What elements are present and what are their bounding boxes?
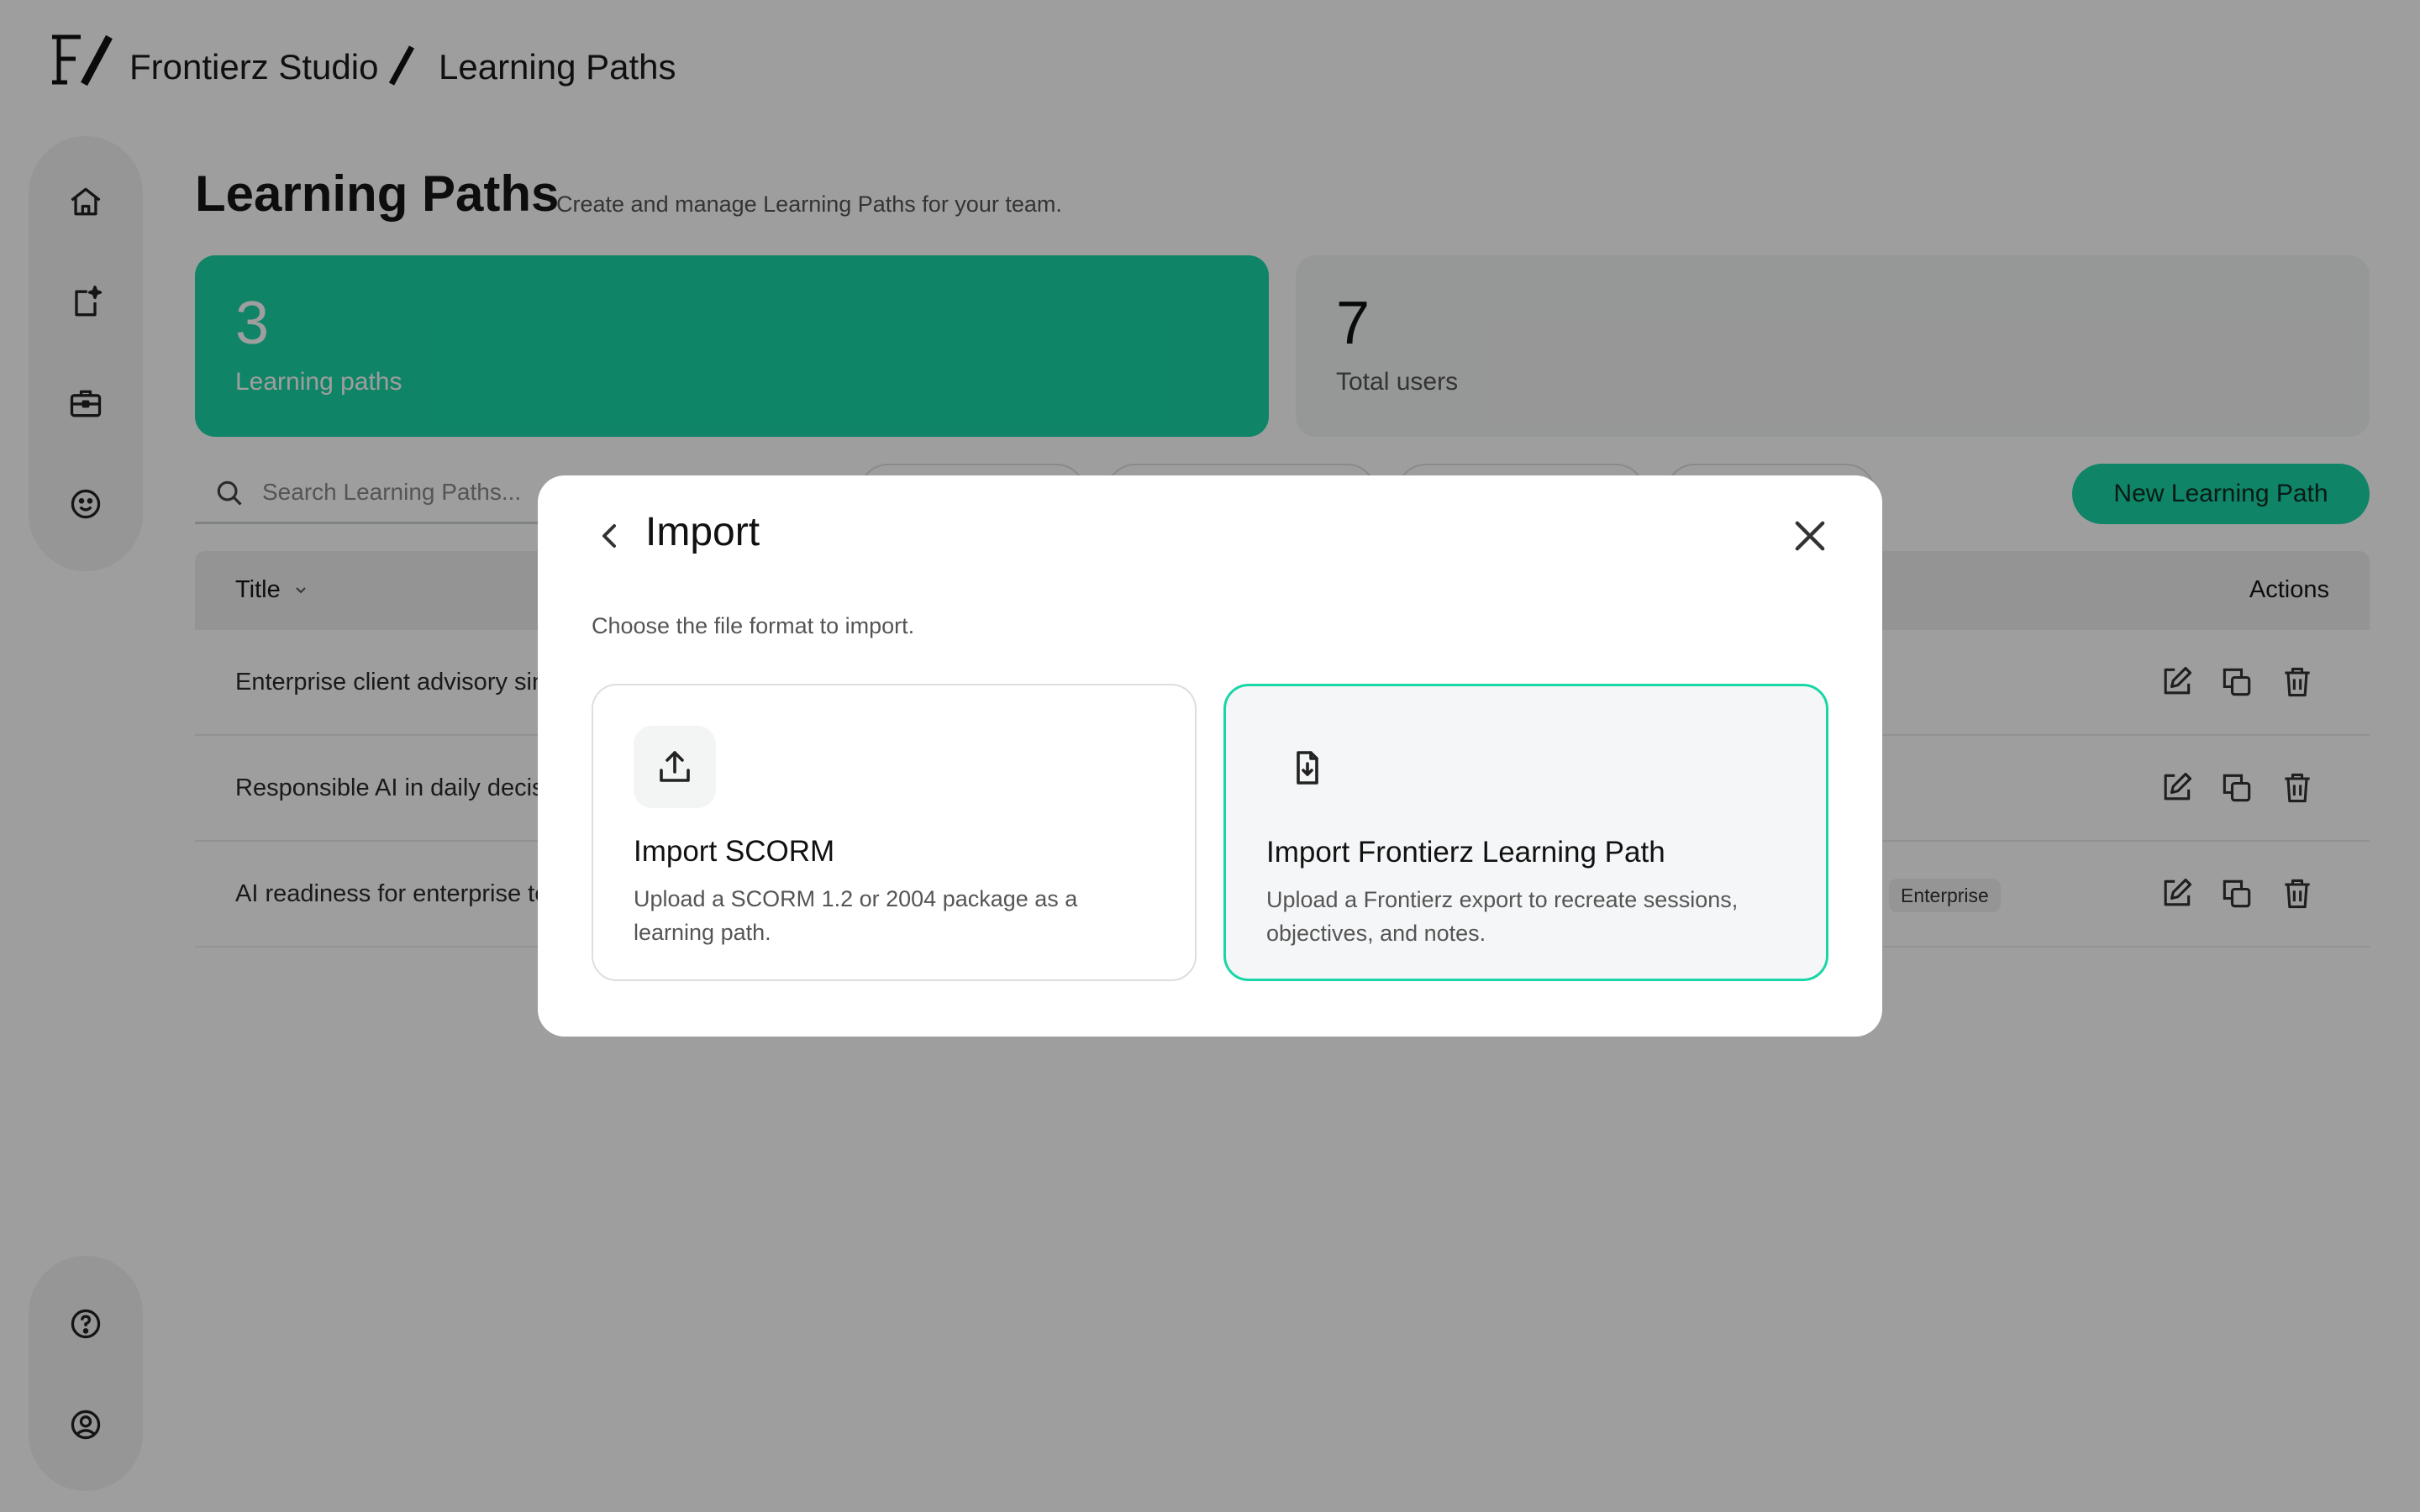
upload-icon: [660, 751, 690, 782]
back-arrow-icon[interactable]: [590, 516, 630, 556]
option-description: Upload a Frontierz export to recreate se…: [1266, 887, 1739, 946]
option-icon-tile: [1266, 727, 1349, 809]
close-icon[interactable]: [1788, 514, 1832, 558]
dialog-description: Choose the file format to import.: [592, 613, 915, 638]
dialog-title: Import: [645, 510, 760, 554]
option-icon-tile: [634, 726, 716, 808]
option-title: Import Frontierz Learning Path: [1266, 836, 1665, 869]
option-description: Upload a SCORM 1.2 or 2004 package as a …: [634, 886, 1078, 945]
file-download-icon: [1297, 751, 1318, 785]
import-scorm-option[interactable]: Import SCORM Upload a SCORM 1.2 or 2004 …: [592, 684, 1197, 981]
import-frontierz-learning-path-option[interactable]: Import Frontierz Learning Path Upload a …: [1223, 684, 1828, 981]
option-title: Import SCORM: [634, 835, 835, 868]
import-dialog: Import Choose the file format to import.…: [538, 475, 1882, 1037]
